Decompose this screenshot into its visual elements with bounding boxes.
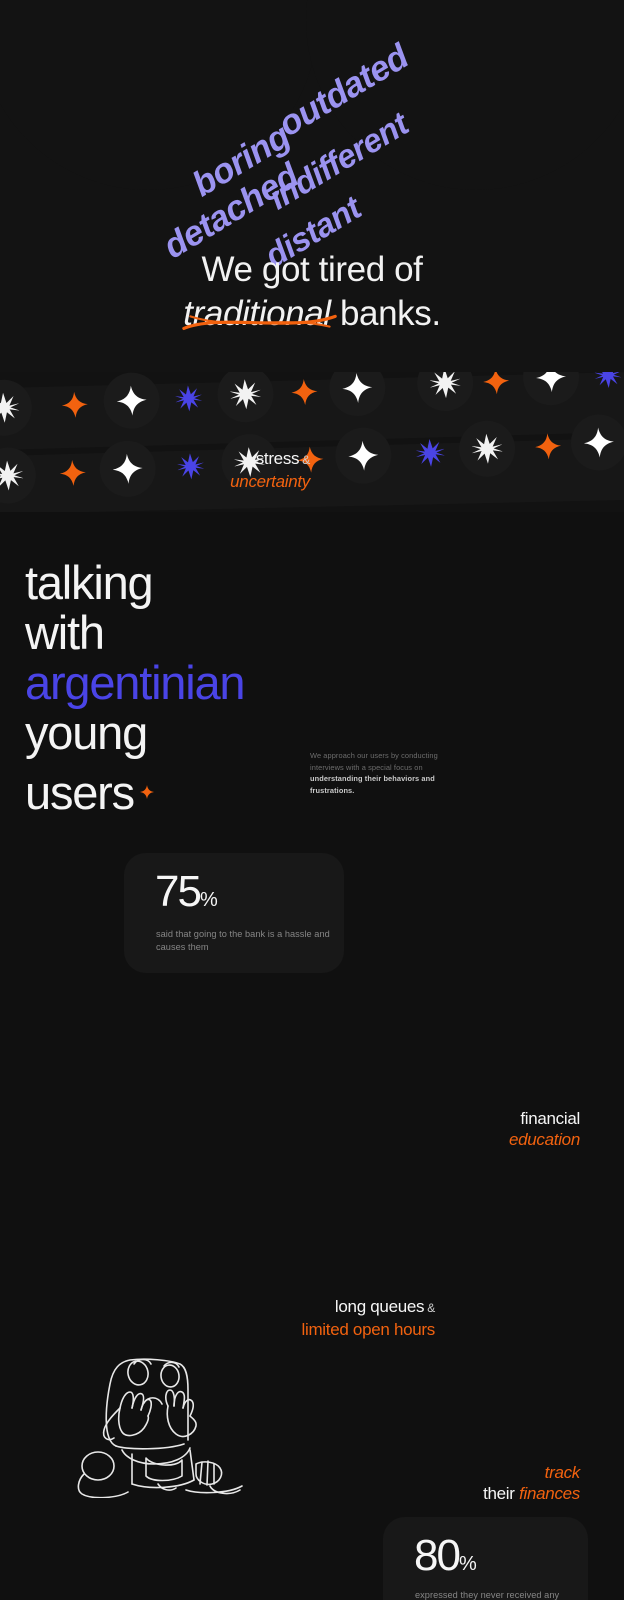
kicker-word-accent: uncertainty <box>230 472 310 491</box>
stat-kicker-80: financial education <box>350 1108 580 1150</box>
kicker-amp: & <box>424 1301 435 1315</box>
kicker-amp: & <box>299 453 310 467</box>
kicker-word: their finances <box>483 1484 580 1503</box>
kicker-word-accent: limited open hours <box>301 1320 435 1339</box>
kicker-word-accent: track <box>544 1463 581 1482</box>
page-root: outdated boring indifferent detached dis… <box>0 0 624 1600</box>
kicker-word: financial <box>520 1109 580 1128</box>
hero-struck-word-wrap: traditional <box>182 292 338 336</box>
hero-section: outdated boring indifferent detached dis… <box>0 0 624 378</box>
kicker-word: stress <box>255 449 300 468</box>
worried-person-sketch-illustration <box>77 1358 243 1498</box>
stat-kicker-60: track their finances <box>350 1462 580 1504</box>
hero-headline-rest: banks. <box>330 294 441 333</box>
hero-headline: We got tired of traditional banks. <box>0 248 624 336</box>
stat-kicker-75: stress & uncertainty <box>94 448 310 492</box>
hero-headline-line1: We got tired of <box>201 250 423 289</box>
kicker-word-accent-2: finances <box>519 1484 580 1503</box>
hero-scribble-words: outdated boring indifferent detached dis… <box>0 0 624 290</box>
kicker-word-accent: education <box>508 1130 580 1149</box>
kicker-word: long queues <box>334 1297 425 1316</box>
hero-struck-word: traditional <box>183 294 331 333</box>
